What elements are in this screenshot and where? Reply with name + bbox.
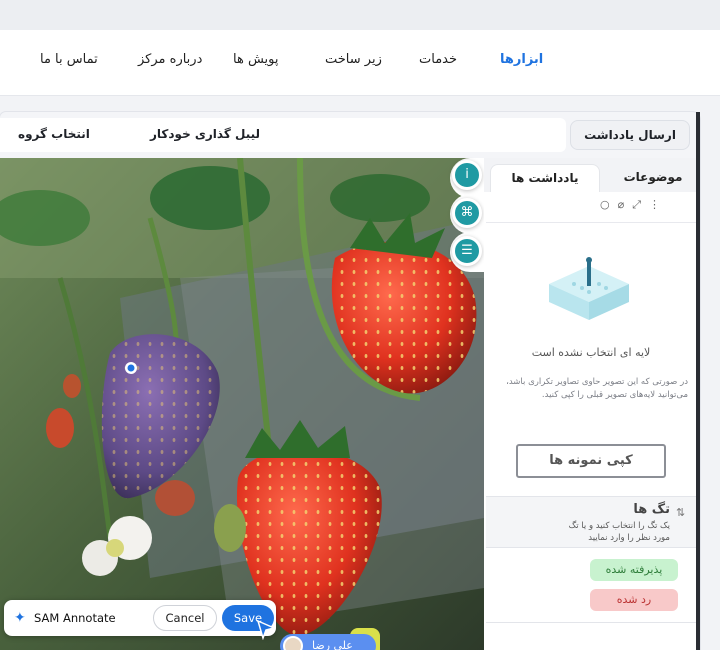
auto-label-button[interactable]: لیبل گذاری خودکار [150,127,260,141]
nav-item-about[interactable]: درباره مرکز [138,52,202,67]
copy-samples-button[interactable]: کپی نمونه ها [516,444,666,478]
tags-description[interactable]: یک تگ را انتخاب کنید و یا تگ مورد نظر را… [560,520,670,544]
image-canvas[interactable] [0,158,484,650]
tags-title: تگ ها [633,502,670,517]
command-icon[interactable]: ⌘ [452,198,482,228]
nav-item-infrastructure[interactable]: زیر ساخت [325,52,382,67]
cancel-button[interactable]: Cancel [153,605,217,631]
main-nav: ابزارها خدمات زیر ساخت پویش ها درباره مر… [0,30,720,96]
panel-toolbar: ○⌀⤢⋮ [600,198,668,212]
avatar [283,636,303,650]
strawberry-photo [0,158,484,650]
nav-item-campaigns[interactable]: پویش ها [233,52,278,67]
tab-notes[interactable]: یادداشت ها [490,164,600,192]
sliders-icon[interactable]: ☰ [452,236,482,266]
rejected-tag[interactable]: رد شده [590,589,678,611]
nav-item-contact[interactable]: تماس با ما [40,52,98,67]
panel-divider [486,222,696,223]
panel-bottom-divider [486,622,696,623]
nav-item-tools[interactable]: ابزارها [500,52,543,67]
sort-icon[interactable]: ⇅ [676,506,685,519]
empty-layer-illustration [549,257,629,320]
accepted-tag[interactable]: پذیرفته شده [590,559,678,581]
browser-top-strip [0,0,720,30]
info-icon[interactable]: i [452,160,482,190]
send-note-button[interactable]: ارسال یادداشت [570,120,690,150]
frame-edge [696,112,700,650]
sparkle-cursor-icon: ✦ [14,610,26,626]
sam-annotate-bar: ✦ SAM Annotate Cancel Save [4,600,276,636]
empty-state-description: در صورتی که این تصویر حاوی تصاویر تکراری… [506,377,688,400]
hide-icon[interactable]: ⌀ [618,198,633,211]
select-group-button[interactable]: انتخاب گروه [18,127,90,141]
user-name: علی رضا [312,639,353,650]
pointer-cursor-icon [257,620,275,640]
empty-state-title: لایه ای انتخاب نشده است [531,346,651,359]
nav-item-services[interactable]: خدمات [419,52,457,67]
sam-annotate-label: SAM Annotate [34,611,116,625]
tab-topics[interactable]: موضوعات [610,164,696,192]
more-icon[interactable]: ⋮ [649,198,668,211]
circle-icon[interactable]: ○ [600,198,618,211]
expand-icon[interactable]: ⤢ [632,198,649,211]
panel-tabs: یادداشت ها موضوعات [484,158,696,192]
annotation-toolbar: انتخاب گروه لیبل گذاری خودکار [0,118,566,152]
